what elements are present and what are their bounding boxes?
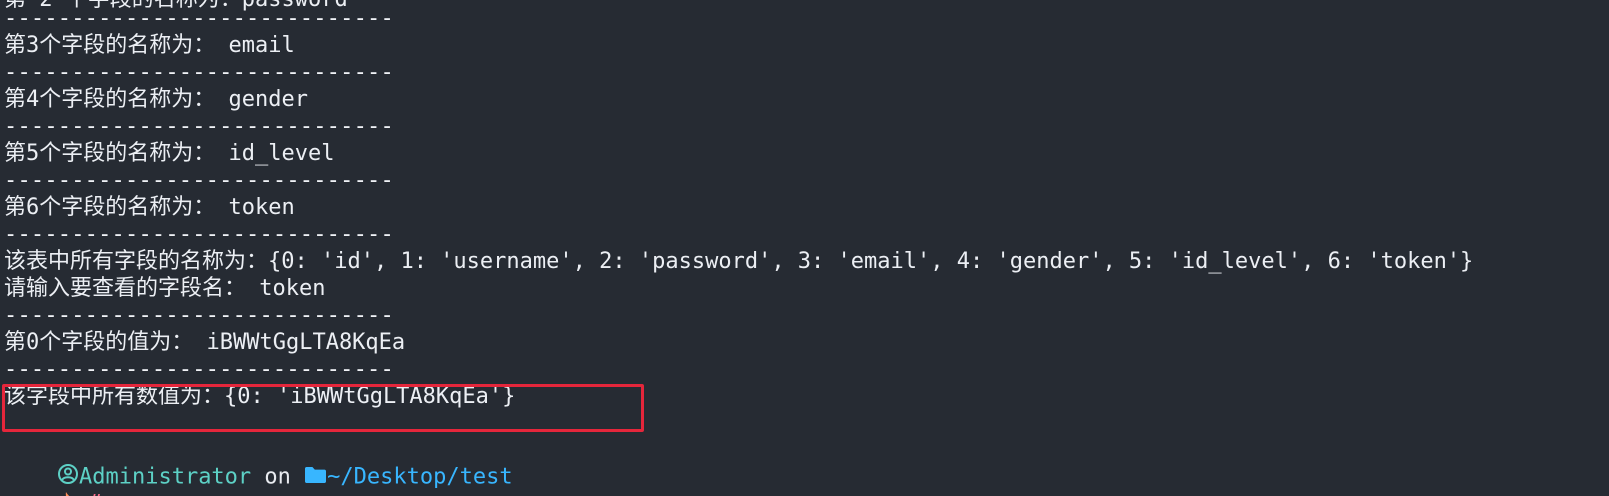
highlight-box bbox=[2, 384, 644, 432]
separator-line: ----------------------------- bbox=[4, 303, 394, 328]
terminal-window[interactable]: 第 2 个字段的名称为：password -------------------… bbox=[0, 0, 1609, 496]
output-line: 第0个字段的值为： iBWWtGgLTA8KqEa bbox=[4, 330, 406, 355]
separator-line: ----------------------------- bbox=[4, 6, 394, 31]
separator-line: ----------------------------- bbox=[4, 114, 394, 139]
input-prompt-line[interactable]: # bbox=[4, 463, 101, 496]
flame-icon bbox=[57, 491, 75, 496]
prompt-on: on bbox=[251, 464, 305, 490]
output-line: 第5个字段的名称为： id_level bbox=[4, 141, 335, 166]
separator-line: ----------------------------- bbox=[4, 222, 394, 247]
separator-line: ----------------------------- bbox=[4, 357, 394, 382]
output-line: 第6个字段的名称为： token bbox=[4, 195, 295, 220]
output-line: 第4个字段的名称为： gender bbox=[4, 87, 308, 112]
output-line: 第3个字段的名称为： email bbox=[4, 33, 295, 58]
separator-line: ----------------------------- bbox=[4, 60, 394, 85]
folder-icon bbox=[304, 464, 327, 491]
prompt-symbol: # bbox=[88, 491, 101, 496]
prompt-user: Administrator bbox=[78, 464, 252, 490]
output-line: 该表中所有字段的名称为：{0: 'id', 1: 'username', 2: … bbox=[4, 249, 1474, 274]
prompt-line: Administrator on ~/Desktop/test bbox=[4, 436, 513, 490]
prompt-path: ~/Desktop/test bbox=[327, 464, 513, 490]
separator-line: ----------------------------- bbox=[4, 168, 394, 193]
input-line: 请输入要查看的字段名： token bbox=[4, 276, 326, 301]
